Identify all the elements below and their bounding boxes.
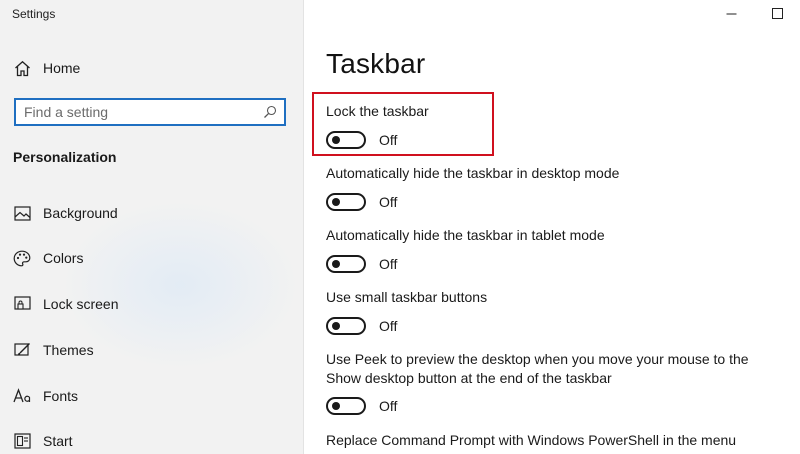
sidebar: Settings Home Personalization Background: [0, 0, 304, 454]
sidebar-item-label: Colors: [43, 250, 84, 266]
page-title: Taskbar: [326, 48, 426, 79]
setting-label-autohide-desktop: Automatically hide the taskbar in deskto…: [326, 165, 620, 181]
sidebar-item-themes[interactable]: Themes: [0, 332, 303, 368]
section-title: Personalization: [13, 149, 117, 165]
sidebar-item-background[interactable]: Background: [0, 195, 303, 231]
toggle-state: Off: [379, 398, 398, 414]
sidebar-item-start[interactable]: Start: [0, 423, 303, 454]
sidebar-item-label: Home: [43, 60, 81, 76]
search-box: [14, 98, 286, 126]
sidebar-item-label: Themes: [43, 342, 94, 358]
settings-window: Settings Home Personalization Background: [0, 0, 800, 454]
setting-label-peek-line2: Show desktop button at the end of the ta…: [326, 370, 612, 386]
themes-icon: [13, 341, 31, 359]
toggle-lock-taskbar[interactable]: [326, 131, 366, 149]
sidebar-item-colors[interactable]: Colors: [0, 240, 303, 276]
toggle-knob: [332, 260, 340, 268]
toggle-state: Off: [379, 318, 398, 334]
toggle-state: Off: [379, 256, 398, 272]
toggle-knob: [332, 198, 340, 206]
toggle-autohide-tablet[interactable]: [326, 255, 366, 273]
sidebar-item-label: Lock screen: [43, 296, 119, 312]
setting-label-powershell: Replace Command Prompt with Windows Powe…: [326, 432, 737, 448]
toggle-peek[interactable]: [326, 397, 366, 415]
lock-screen-icon: [13, 295, 31, 313]
sidebar-item-fonts[interactable]: Fonts: [0, 378, 303, 414]
toggle-autohide-desktop[interactable]: [326, 193, 366, 211]
sidebar-item-home[interactable]: Home: [0, 50, 303, 86]
start-icon: [13, 432, 31, 450]
sidebar-item-lock-screen[interactable]: Lock screen: [0, 286, 303, 322]
toggle-state: Off: [379, 194, 398, 210]
toggle-state: Off: [379, 132, 398, 148]
toggle-knob: [332, 136, 340, 144]
sidebar-item-label: Start: [43, 433, 73, 449]
search-input[interactable]: [24, 100, 259, 124]
toggle-knob: [332, 402, 340, 410]
toggle-knob: [332, 322, 340, 330]
setting-label-peek-line1: Use Peek to preview the desktop when you…: [326, 351, 749, 367]
home-icon: [13, 59, 31, 77]
sidebar-item-label: Background: [43, 205, 118, 221]
fonts-icon: [13, 387, 31, 405]
setting-label-lock-taskbar: Lock the taskbar: [326, 103, 429, 119]
setting-label-autohide-tablet: Automatically hide the taskbar in tablet…: [326, 227, 605, 243]
palette-icon: [13, 249, 31, 267]
sidebar-item-label: Fonts: [43, 388, 79, 404]
image-icon: [13, 204, 31, 222]
main-content: Taskbar Lock the taskbar Off Automatical…: [304, 0, 800, 454]
search-icon[interactable]: [263, 105, 277, 119]
setting-label-small-buttons: Use small taskbar buttons: [326, 289, 488, 305]
toggle-small-buttons[interactable]: [326, 317, 366, 335]
window-title: Settings: [12, 7, 56, 21]
